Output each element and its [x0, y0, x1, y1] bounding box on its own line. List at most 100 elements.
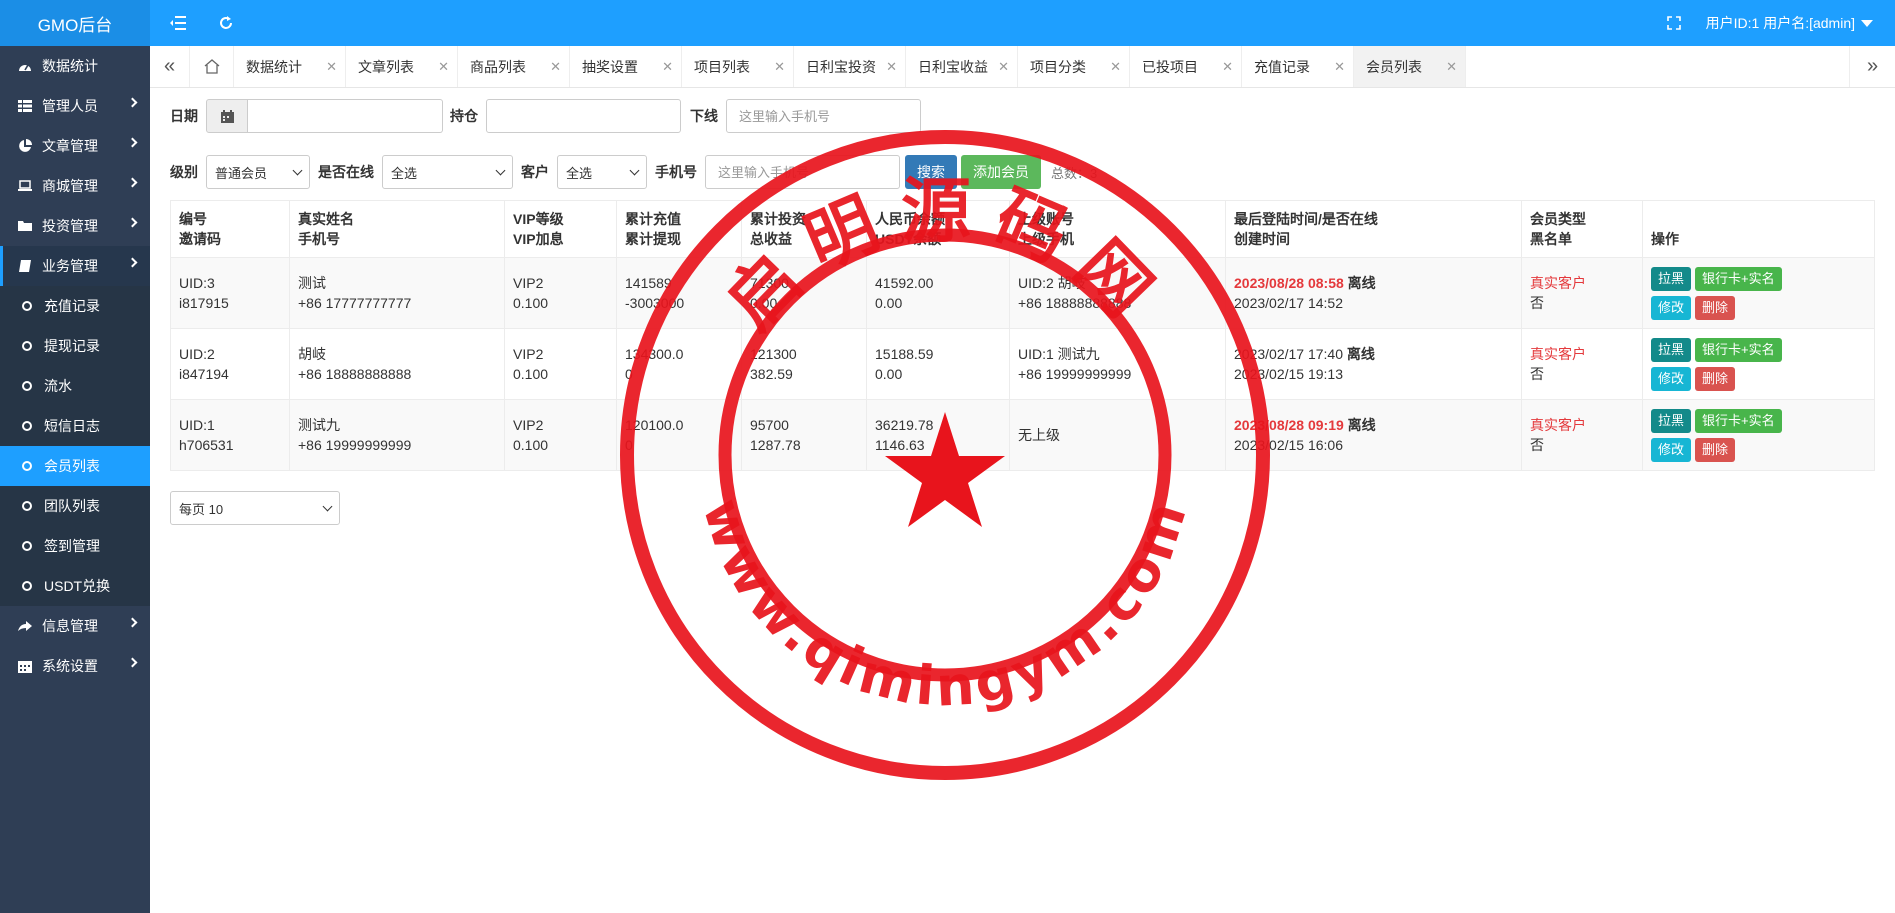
close-icon[interactable]: ✕ — [1222, 59, 1233, 75]
online-status: 离线 — [1347, 275, 1376, 291]
tab-stats[interactable]: 数据统计 ✕ — [234, 46, 346, 87]
sidebar-subitem-withdraw[interactable]: 提现记录 — [0, 326, 150, 366]
table-header-row: 编号 邀请码 真实姓名 手机号 VIP等级 VIP加息 累计充值 累计提现 累计投资 总收… — [170, 200, 1875, 258]
delete-button[interactable]: 删除 — [1695, 366, 1736, 391]
sidebar-item-mall[interactable]: 商城管理 — [0, 166, 150, 206]
tab-member-list[interactable]: 会员列表 ✕ — [1354, 46, 1466, 87]
cell-vip: VIP2 0.100 — [504, 328, 617, 400]
cell-balance: 41592.00 0.00 — [866, 257, 1010, 329]
sidebar-subitem-flow[interactable]: 流水 — [0, 366, 150, 406]
close-icon[interactable]: ✕ — [438, 59, 449, 75]
sidebar-item-settings[interactable]: 系统设置 — [0, 646, 150, 686]
chevron-down-icon — [495, 165, 506, 175]
hold-label: 持仓 — [450, 108, 478, 124]
blacklist-button[interactable]: 拉黑 — [1651, 337, 1692, 362]
cell-invest: 71300 0.00 — [741, 257, 867, 329]
tab-daily-invest[interactable]: 日利宝投资 ✕ — [794, 46, 906, 87]
online-select[interactable]: 全选 — [382, 155, 513, 189]
close-icon[interactable]: ✕ — [550, 59, 561, 75]
tab-lottery-settings[interactable]: 抽奖设置 ✕ — [570, 46, 682, 87]
downline-input[interactable] — [726, 99, 921, 133]
caret-down-icon — [1861, 19, 1873, 27]
edit-button[interactable]: 修改 — [1651, 295, 1692, 320]
search-button[interactable]: 搜索 — [905, 155, 957, 189]
level-select[interactable]: 普通会员 — [206, 155, 310, 189]
edit-button[interactable]: 修改 — [1651, 437, 1692, 462]
calendar-icon[interactable] — [206, 99, 248, 133]
chevron-right-icon — [127, 177, 138, 188]
page-size-select[interactable]: 每页 10 — [170, 491, 340, 525]
cell-recharge: 120100.0 0 — [616, 399, 742, 471]
refresh-button[interactable] — [206, 0, 246, 46]
sidebar-subitem-teams[interactable]: 团队列表 — [0, 486, 150, 526]
online-label: 是否在线 — [318, 164, 374, 180]
cell-ops: 拉黑 银行卡+实名 修改 删除 — [1642, 257, 1875, 329]
tab-product-list[interactable]: 商品列表 ✕ — [458, 46, 570, 87]
close-icon[interactable]: ✕ — [774, 59, 785, 75]
share-icon — [18, 619, 32, 633]
double-chevron-right-icon: » — [1866, 55, 1879, 77]
sidebar-subitem-checkin[interactable]: 签到管理 — [0, 526, 150, 566]
sidebar-subitem-recharge[interactable]: 充值记录 — [0, 286, 150, 326]
tab-recharge-records[interactable]: 充值记录 ✕ — [1242, 46, 1354, 87]
circle-icon — [22, 461, 32, 471]
tab-article-list[interactable]: 文章列表 ✕ — [346, 46, 458, 87]
fullscreen-button[interactable] — [1656, 0, 1692, 46]
tab-scroll-right-button[interactable]: » — [1849, 46, 1895, 87]
close-icon[interactable]: ✕ — [998, 59, 1009, 75]
close-icon[interactable]: ✕ — [1446, 59, 1457, 75]
sidebar-subitem-members[interactable]: 会员列表 — [0, 446, 150, 486]
tab-scroll-left-button[interactable]: « — [150, 46, 190, 87]
close-icon[interactable]: ✕ — [886, 59, 897, 75]
sidebar-item-info[interactable]: 信息管理 — [0, 606, 150, 646]
cell-balance: 36219.78 1146.63 — [866, 399, 1010, 471]
user-menu[interactable]: 用户ID:1 用户名:[admin] — [1692, 13, 1895, 33]
col-vip: VIP等级 VIP加息 — [504, 200, 617, 258]
sidebar-subitem-sms-log[interactable]: 短信日志 — [0, 406, 150, 446]
add-member-button[interactable]: 添加会员 — [961, 155, 1041, 189]
level-label: 级别 — [170, 164, 198, 180]
double-chevron-left-icon: « — [163, 55, 176, 77]
date-input[interactable] — [248, 99, 443, 133]
sidebar-subitem-usdt[interactable]: USDT兑换 — [0, 566, 150, 606]
last-login-time: 2023/08/28 08:58 — [1234, 275, 1344, 291]
blacklist-button[interactable]: 拉黑 — [1651, 266, 1692, 291]
hold-input[interactable] — [486, 99, 681, 133]
tab-project-category[interactable]: 项目分类 ✕ — [1018, 46, 1130, 87]
tab-home[interactable] — [190, 46, 234, 87]
cell-invest: 95700 1287.78 — [741, 399, 867, 471]
sidebar-item-stats[interactable]: 数据统计 — [0, 46, 150, 86]
bank-card-button[interactable]: 银行卡+实名 — [1695, 408, 1782, 433]
phone-search-input[interactable] — [705, 155, 900, 189]
customer-label: 客户 — [521, 164, 549, 180]
close-icon[interactable]: ✕ — [1334, 59, 1345, 75]
total-count: 总数：3 — [1051, 165, 1098, 181]
cell-parent: UID:2 胡岐 +86 18888888888 — [1009, 257, 1226, 329]
main-content: 日期 持仓 下线 级别 普通会员 是否在线 全选 客户 全选 手机号 搜索 添加… — [150, 88, 1895, 913]
customer-select[interactable]: 全选 — [557, 155, 647, 189]
edit-button[interactable]: 修改 — [1651, 366, 1692, 391]
book-icon — [18, 259, 32, 273]
cell-balance: 15188.59 0.00 — [866, 328, 1010, 400]
close-icon[interactable]: ✕ — [662, 59, 673, 75]
sidebar-toggle-button[interactable] — [150, 0, 206, 46]
sidebar-item-admins[interactable]: 管理人员 — [0, 86, 150, 126]
delete-button[interactable]: 删除 — [1695, 437, 1736, 462]
cell-recharge: 134300.0 0 — [616, 328, 742, 400]
bank-card-button[interactable]: 银行卡+实名 — [1695, 266, 1782, 291]
sidebar-item-invest[interactable]: 投资管理 — [0, 206, 150, 246]
tab-daily-income[interactable]: 日利宝收益 ✕ — [906, 46, 1018, 87]
close-icon[interactable]: ✕ — [326, 59, 337, 75]
tab-project-list[interactable]: 项目列表 ✕ — [682, 46, 794, 87]
circle-icon — [22, 581, 32, 591]
bank-card-button[interactable]: 银行卡+实名 — [1695, 337, 1782, 362]
close-icon[interactable]: ✕ — [1110, 59, 1121, 75]
col-balance: 人民币余额 USDT余额 — [866, 200, 1010, 258]
sidebar-item-business[interactable]: 业务管理 — [0, 246, 150, 286]
blacklist-button[interactable]: 拉黑 — [1651, 408, 1692, 433]
sidebar-item-articles[interactable]: 文章管理 — [0, 126, 150, 166]
col-ops: 操作 — [1642, 200, 1875, 258]
tab-invested-projects[interactable]: 已投项目 ✕ — [1130, 46, 1242, 87]
delete-button[interactable]: 删除 — [1695, 295, 1736, 320]
date-picker[interactable] — [206, 99, 443, 133]
